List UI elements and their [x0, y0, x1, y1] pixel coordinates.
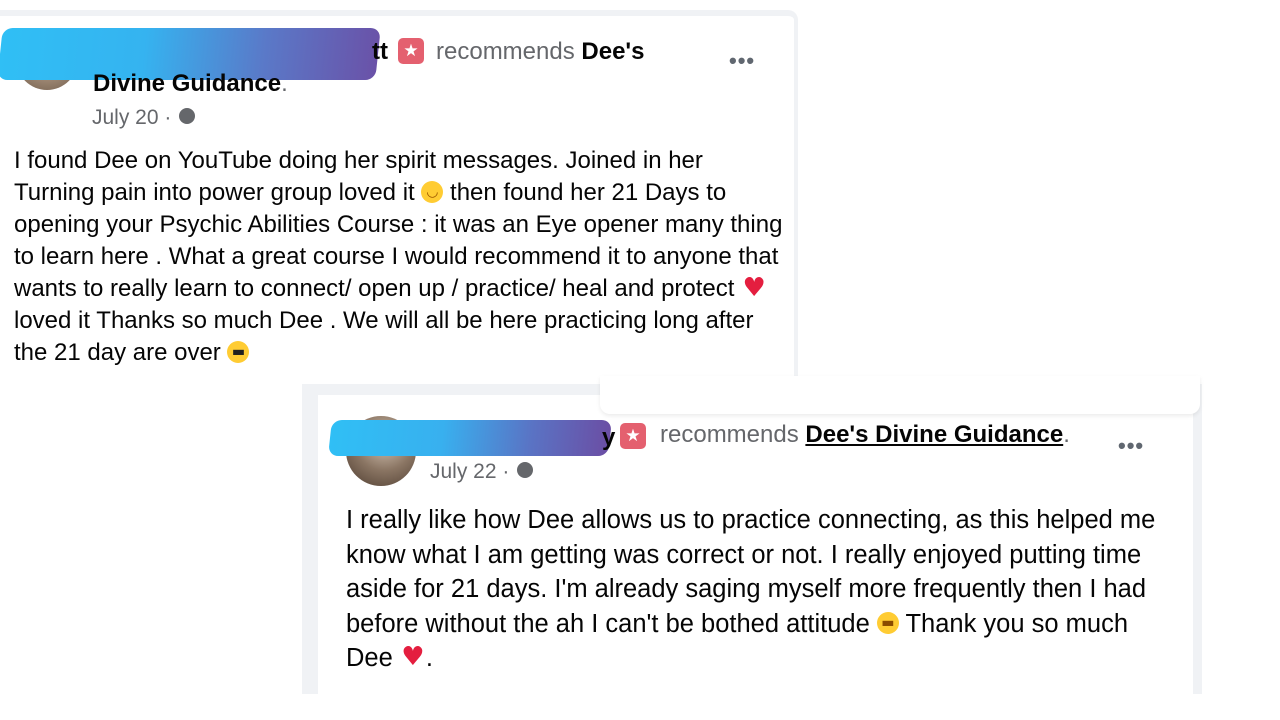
post-date[interactable]: July 20 · — [92, 106, 171, 129]
page-name-link[interactable]: Divine Guidance — [93, 70, 281, 97]
more-options-button[interactable]: ••• — [1118, 433, 1144, 459]
reviewer-name-visible[interactable]: y — [602, 424, 615, 452]
more-options-button[interactable]: ••• — [729, 48, 755, 74]
page-name-link[interactable]: Dee's Divine Guidance — [805, 421, 1063, 448]
smiling-face-emoji: ◡ — [421, 180, 444, 203]
reviewer-name-visible[interactable]: tt — [372, 38, 388, 66]
review-text: I found Dee on YouTube doing her spirit … — [14, 147, 783, 366]
review-text: I really like how Dee allows us to pract… — [346, 506, 1156, 673]
recommendation-line: recommends Dee's Divine Guidance. — [660, 421, 1070, 448]
globe-icon — [179, 108, 196, 125]
page-name-link[interactable]: Dee's — [581, 38, 644, 65]
recommends-label: recommends — [436, 38, 575, 65]
redacted-name — [328, 420, 612, 456]
recommendation-line: recommends Dee's — [436, 38, 644, 66]
red-heart-emoji: ♥ — [742, 272, 766, 303]
post-meta: July 22 · — [430, 460, 534, 484]
sunglasses-face-emoji: ▬ — [227, 340, 250, 363]
red-heart-emoji: ♥ — [401, 642, 425, 673]
grinning-face-emoji: ▬ — [876, 611, 899, 634]
recommend-badge-icon: ★ — [398, 38, 424, 64]
recommends-label: recommends — [660, 421, 799, 448]
recommend-badge-icon: ★ — [620, 423, 646, 449]
post-date[interactable]: July 22 · — [430, 460, 509, 483]
globe-icon — [517, 462, 534, 479]
post-meta: July 20 · — [92, 106, 196, 130]
card-edge-strip — [600, 376, 1200, 414]
page-name-continuation: Divine Guidance. — [93, 70, 288, 97]
